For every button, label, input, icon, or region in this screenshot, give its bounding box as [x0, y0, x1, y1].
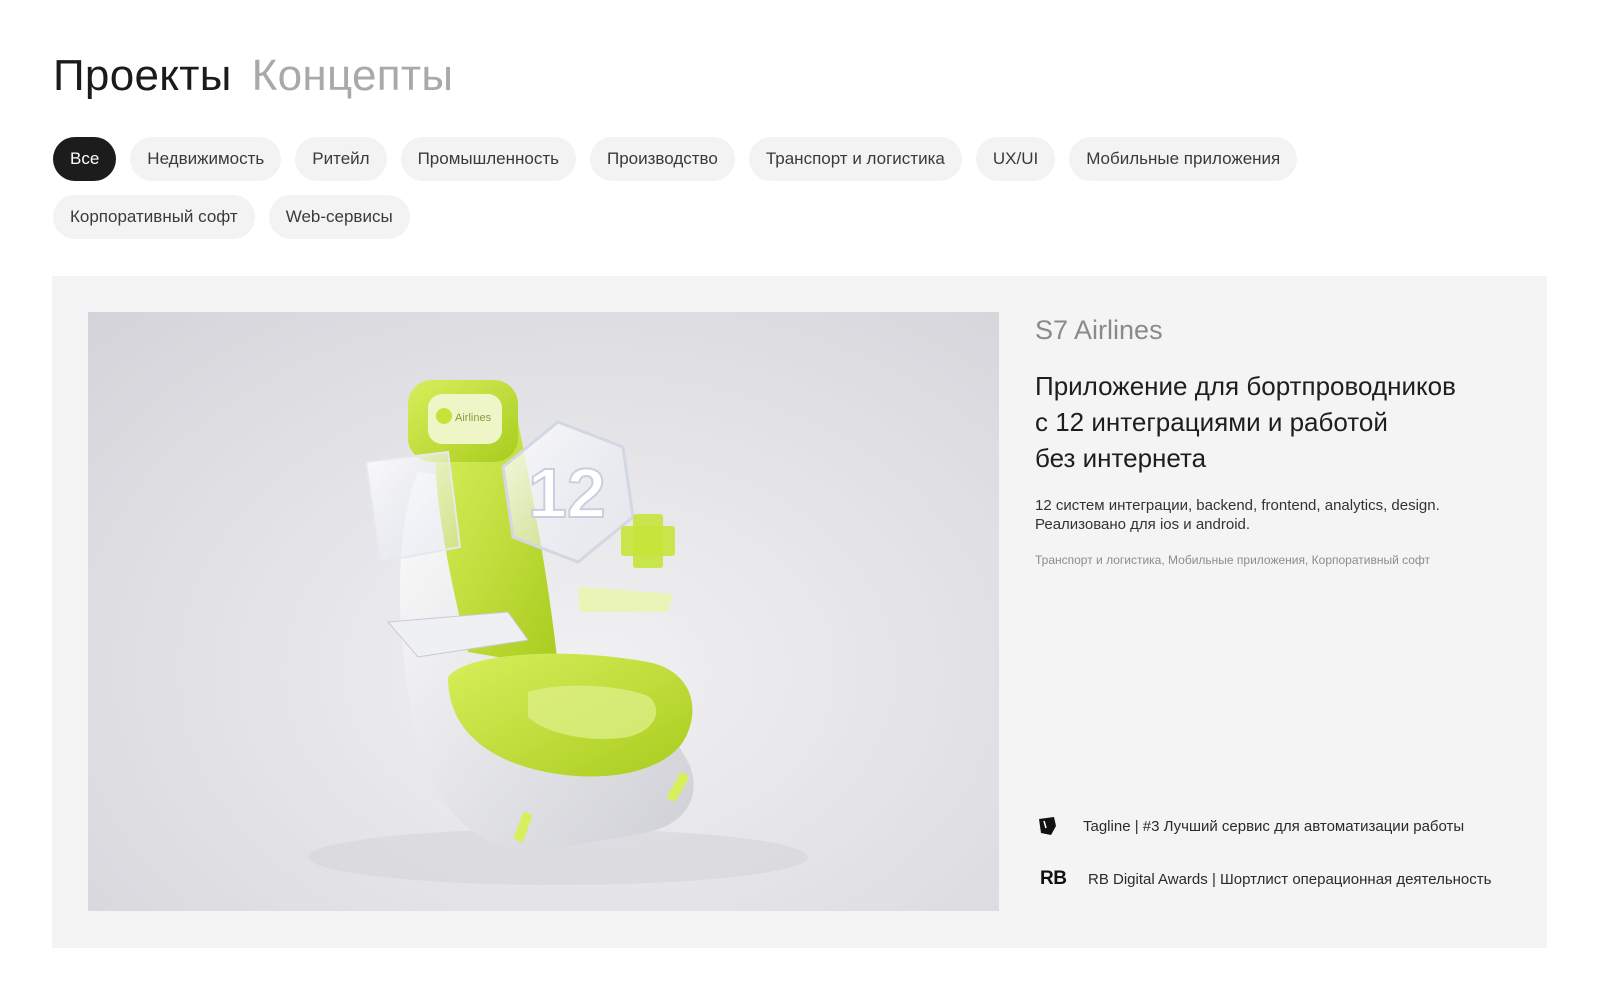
project-description: 12 систем интеграции, backend, frontend,…: [1035, 496, 1495, 534]
filter-chip-corporate-software[interactable]: Корпоративный софт: [53, 195, 255, 239]
tagline-icon: [1035, 814, 1083, 838]
project-description-line: Реализовано для ios и android.: [1035, 516, 1251, 533]
project-title-line: Приложение для бортпроводников: [1035, 371, 1456, 401]
project-cover-image[interactable]: Airlines 12: [88, 312, 999, 911]
filter-chip-mobile-apps[interactable]: Мобильные приложения: [1069, 137, 1298, 181]
project-title-line: без интернета: [1035, 443, 1207, 473]
filter-chips: Все Недвижимость Ритейл Промышленность П…: [53, 137, 1373, 239]
project-card[interactable]: Airlines 12 S7 Airlines Приложение для б…: [52, 276, 1547, 948]
project-awards: Tagline | #3 Лучший сервис для автоматиз…: [1035, 811, 1515, 917]
filter-chip-retail[interactable]: Ритейл: [295, 137, 387, 181]
filter-chip-all[interactable]: Все: [53, 137, 117, 181]
rb-icon: RB: [1040, 868, 1067, 889]
filter-chip-web-services[interactable]: Web-сервисы: [268, 195, 410, 239]
project-description-line: 12 систем интеграции, backend, frontend,…: [1035, 497, 1440, 514]
section-heading: Проекты Концепты: [53, 48, 453, 104]
award-item: RB RB Digital Awards | Шортлист операцио…: [1035, 864, 1515, 894]
project-tags: Транспорт и логистика, Мобильные приложе…: [1035, 553, 1431, 567]
image-logo-text: Airlines: [455, 412, 492, 424]
tab-projects[interactable]: Проекты: [53, 48, 232, 104]
project-title[interactable]: Приложение для бортпроводников с 12 инте…: [1035, 368, 1495, 476]
project-info: S7 Airlines Приложение для бортпроводник…: [1035, 312, 1515, 568]
project-client: S7 Airlines: [1035, 315, 1163, 345]
award-text: Tagline | #3 Лучший сервис для автоматиз…: [1083, 817, 1465, 835]
image-badge-text: 12: [528, 454, 606, 532]
project-title-line: с 12 интеграциями и работой: [1035, 407, 1388, 437]
projects-page: Проекты Концепты Все Недвижимость Ритейл…: [0, 0, 1600, 997]
filter-chip-industry[interactable]: Промышленность: [400, 137, 576, 181]
filter-chip-ux-ui[interactable]: UX/UI: [975, 137, 1056, 181]
award-text: RB Digital Awards | Шортлист операционна…: [1088, 870, 1492, 888]
tab-concepts[interactable]: Концепты: [252, 48, 454, 104]
airline-seat-illustration: Airlines 12: [308, 380, 808, 885]
filter-chip-transport[interactable]: Транспорт и логистика: [748, 137, 962, 181]
award-item: Tagline | #3 Лучший сервис для автоматиз…: [1035, 811, 1515, 841]
filter-chip-manufacturing[interactable]: Производство: [590, 137, 735, 181]
filter-chip-real-estate[interactable]: Недвижимость: [130, 137, 282, 181]
